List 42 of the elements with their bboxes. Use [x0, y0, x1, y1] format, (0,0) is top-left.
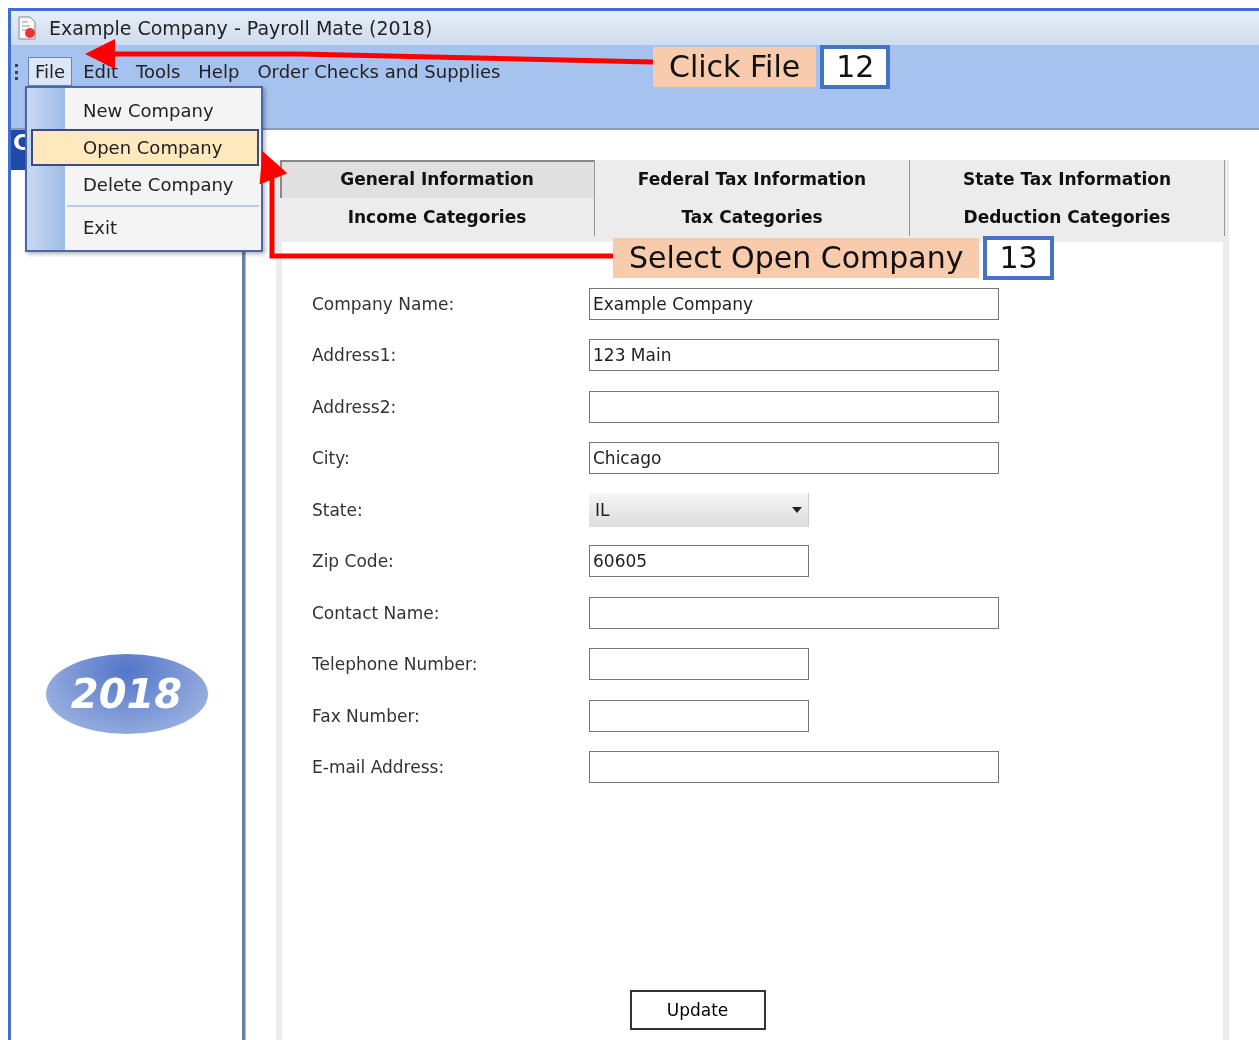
grip-icon — [15, 63, 18, 80]
input-field[interactable] — [589, 648, 809, 681]
input-field[interactable] — [589, 699, 809, 732]
menu-item[interactable]: Order Checks and Supplies — [250, 57, 508, 86]
step-number: 13 — [983, 236, 1054, 280]
field-label: City: — [312, 448, 351, 469]
input-field[interactable]: 60605 — [589, 545, 809, 578]
input-field[interactable]: 123 Main — [589, 339, 999, 372]
field-label: State: — [312, 499, 364, 520]
menu-option[interactable]: Open Company — [31, 129, 259, 166]
menu-item[interactable]: Edit — [76, 57, 125, 86]
menu-option[interactable]: Exit — [67, 209, 259, 246]
state-dropdown[interactable]: IL — [589, 492, 809, 527]
field-label: Address2: — [312, 396, 398, 417]
field-label: Address1: — [312, 345, 398, 366]
tab[interactable]: General Information — [280, 160, 595, 198]
field-label: Zip Code: — [312, 551, 395, 572]
menu-item[interactable]: File — [28, 57, 73, 86]
callout-label: Select Open Company — [613, 238, 980, 278]
field-label: Fax Number: — [312, 705, 421, 726]
menu-item[interactable]: Tools — [129, 57, 188, 86]
tab[interactable]: State Tax Information — [910, 160, 1225, 198]
tab[interactable]: Tax Categories — [595, 198, 910, 236]
input-field[interactable] — [589, 390, 999, 423]
field-label: E-mail Address: — [312, 757, 446, 778]
callout-label: Click File — [653, 47, 817, 87]
menu-item[interactable]: Help — [191, 57, 247, 86]
input-field[interactable]: Example Company — [589, 287, 999, 320]
update-button[interactable]: Update — [629, 990, 766, 1030]
input-field[interactable]: Chicago — [589, 442, 999, 475]
window-title: Example Company - Payroll Mate (2018) — [49, 17, 433, 39]
menu-option[interactable]: New Company — [67, 92, 259, 129]
step-number: 12 — [820, 45, 891, 89]
field-label: Company Name: — [312, 293, 456, 314]
input-field[interactable] — [589, 751, 999, 784]
field-label: Telephone Number: — [312, 654, 479, 675]
caret-icon — [792, 506, 802, 513]
tab[interactable]: Income Categories — [280, 198, 595, 236]
field-label: Contact Name: — [312, 602, 441, 623]
tab[interactable]: Federal Tax Information — [595, 160, 910, 198]
year-logo: 2018 — [45, 654, 208, 734]
input-field[interactable] — [589, 596, 999, 629]
